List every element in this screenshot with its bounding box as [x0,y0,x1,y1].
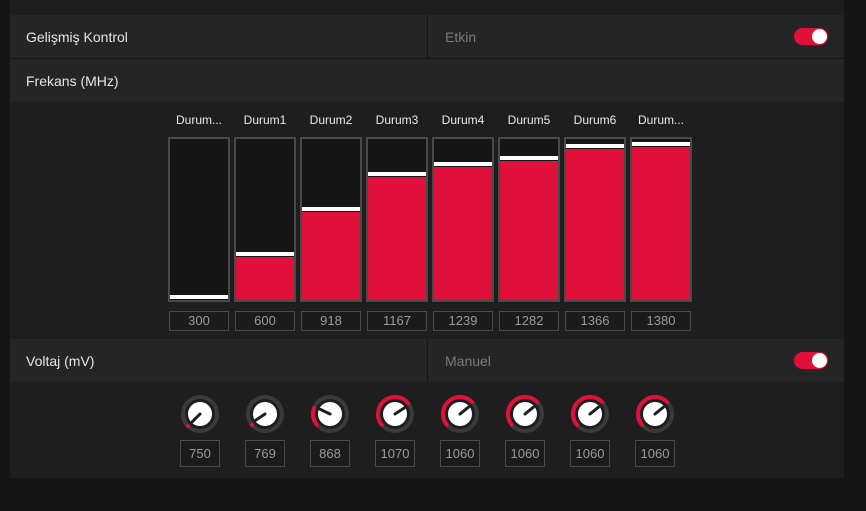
frequency-bar-handle[interactable] [170,295,228,299]
voltage-knob[interactable] [245,394,285,434]
frequency-state-label: Durum1 [243,113,287,127]
frequency-header: Frekans (MHz) [10,59,844,102]
frequency-slider[interactable] [630,137,692,302]
voltage-toggle[interactable] [794,352,828,369]
frequency-state-label: Durum6 [573,113,617,127]
frequency-bar-handle[interactable] [368,172,426,176]
voltage-knob[interactable] [310,394,350,434]
frequency-state-label: Durum4 [441,113,485,127]
voltage-value-input[interactable]: 1060 [570,440,610,467]
frequency-state-label: Durum... [637,113,684,127]
frequency-state-label: Durum5 [507,113,551,127]
frequency-bar-handle[interactable] [566,144,624,148]
frequency-state-label: Durum2 [309,113,353,127]
frequency-value-input[interactable]: 1282 [499,311,559,331]
frequency-bar-fill [566,149,624,300]
voltage-knob-arc [311,405,320,428]
frequency-bar-fill [632,147,690,300]
frequency-slider[interactable] [300,137,362,302]
frequency-value-input[interactable]: 300 [169,311,229,331]
voltage-knob[interactable] [505,394,545,434]
frequency-bar-fill [434,167,492,300]
frequency-slider[interactable] [366,137,428,302]
voltage-label: Voltaj (mV) [26,352,95,369]
frequency-slider[interactable] [432,137,494,302]
voltage-value-input[interactable]: 1060 [440,440,480,467]
voltage-mode: Manuel [427,339,844,382]
advanced-control-toggle[interactable] [794,28,828,45]
frequency-bar-handle[interactable] [236,252,294,256]
frequency-slider[interactable] [564,137,626,302]
voltage-value-input[interactable]: 1060 [635,440,675,467]
voltage-knob[interactable] [440,394,480,434]
voltage-knob-arc [249,422,255,428]
frequency-value-input[interactable]: 1366 [565,311,625,331]
advanced-control-state-label: Etkin [445,28,477,45]
frequency-bar-fill [500,161,558,300]
frequency-bar-fill [368,177,426,300]
frequency-bar-handle[interactable] [302,207,360,211]
frequency-slider[interactable] [168,137,230,302]
voltage-value-input[interactable]: 868 [310,440,350,467]
frequency-bar-fill [236,257,294,300]
frequency-value-input[interactable]: 1380 [631,311,691,331]
voltage-knob[interactable] [570,394,610,434]
frequency-state-label: Durum... [175,113,222,127]
voltage-value-input[interactable]: 750 [180,440,220,467]
voltage-knob[interactable] [180,394,220,434]
frequency-value-input[interactable]: 1239 [433,311,493,331]
frequency-value-input[interactable]: 1167 [367,311,427,331]
voltage-value-input[interactable]: 1070 [375,440,415,467]
voltage-row: Voltaj (mV) Manuel [10,339,844,382]
voltage-knob[interactable] [375,394,415,434]
advanced-control-state: Etkin [427,15,844,58]
frequency-slider[interactable] [234,137,296,302]
voltage-knob[interactable] [635,394,675,434]
frequency-label: Frekans (MHz) [26,72,119,89]
frequency-value-input[interactable]: 600 [235,311,295,331]
frequency-bar-handle[interactable] [434,162,492,166]
advanced-control-row: Gelişmiş Kontrol Etkin [10,15,844,58]
advanced-control-label: Gelişmiş Kontrol [26,28,128,45]
voltage-value-input[interactable]: 1060 [505,440,545,467]
frequency-bar-fill [302,212,360,300]
frequency-value-input[interactable]: 918 [301,311,361,331]
frequency-bar-handle[interactable] [500,156,558,160]
voltage-value-input[interactable]: 769 [245,440,285,467]
frequency-state-label: Durum3 [375,113,419,127]
frequency-slider[interactable] [498,137,560,302]
frequency-bar-handle[interactable] [632,142,690,146]
voltage-mode-label: Manuel [445,352,491,369]
